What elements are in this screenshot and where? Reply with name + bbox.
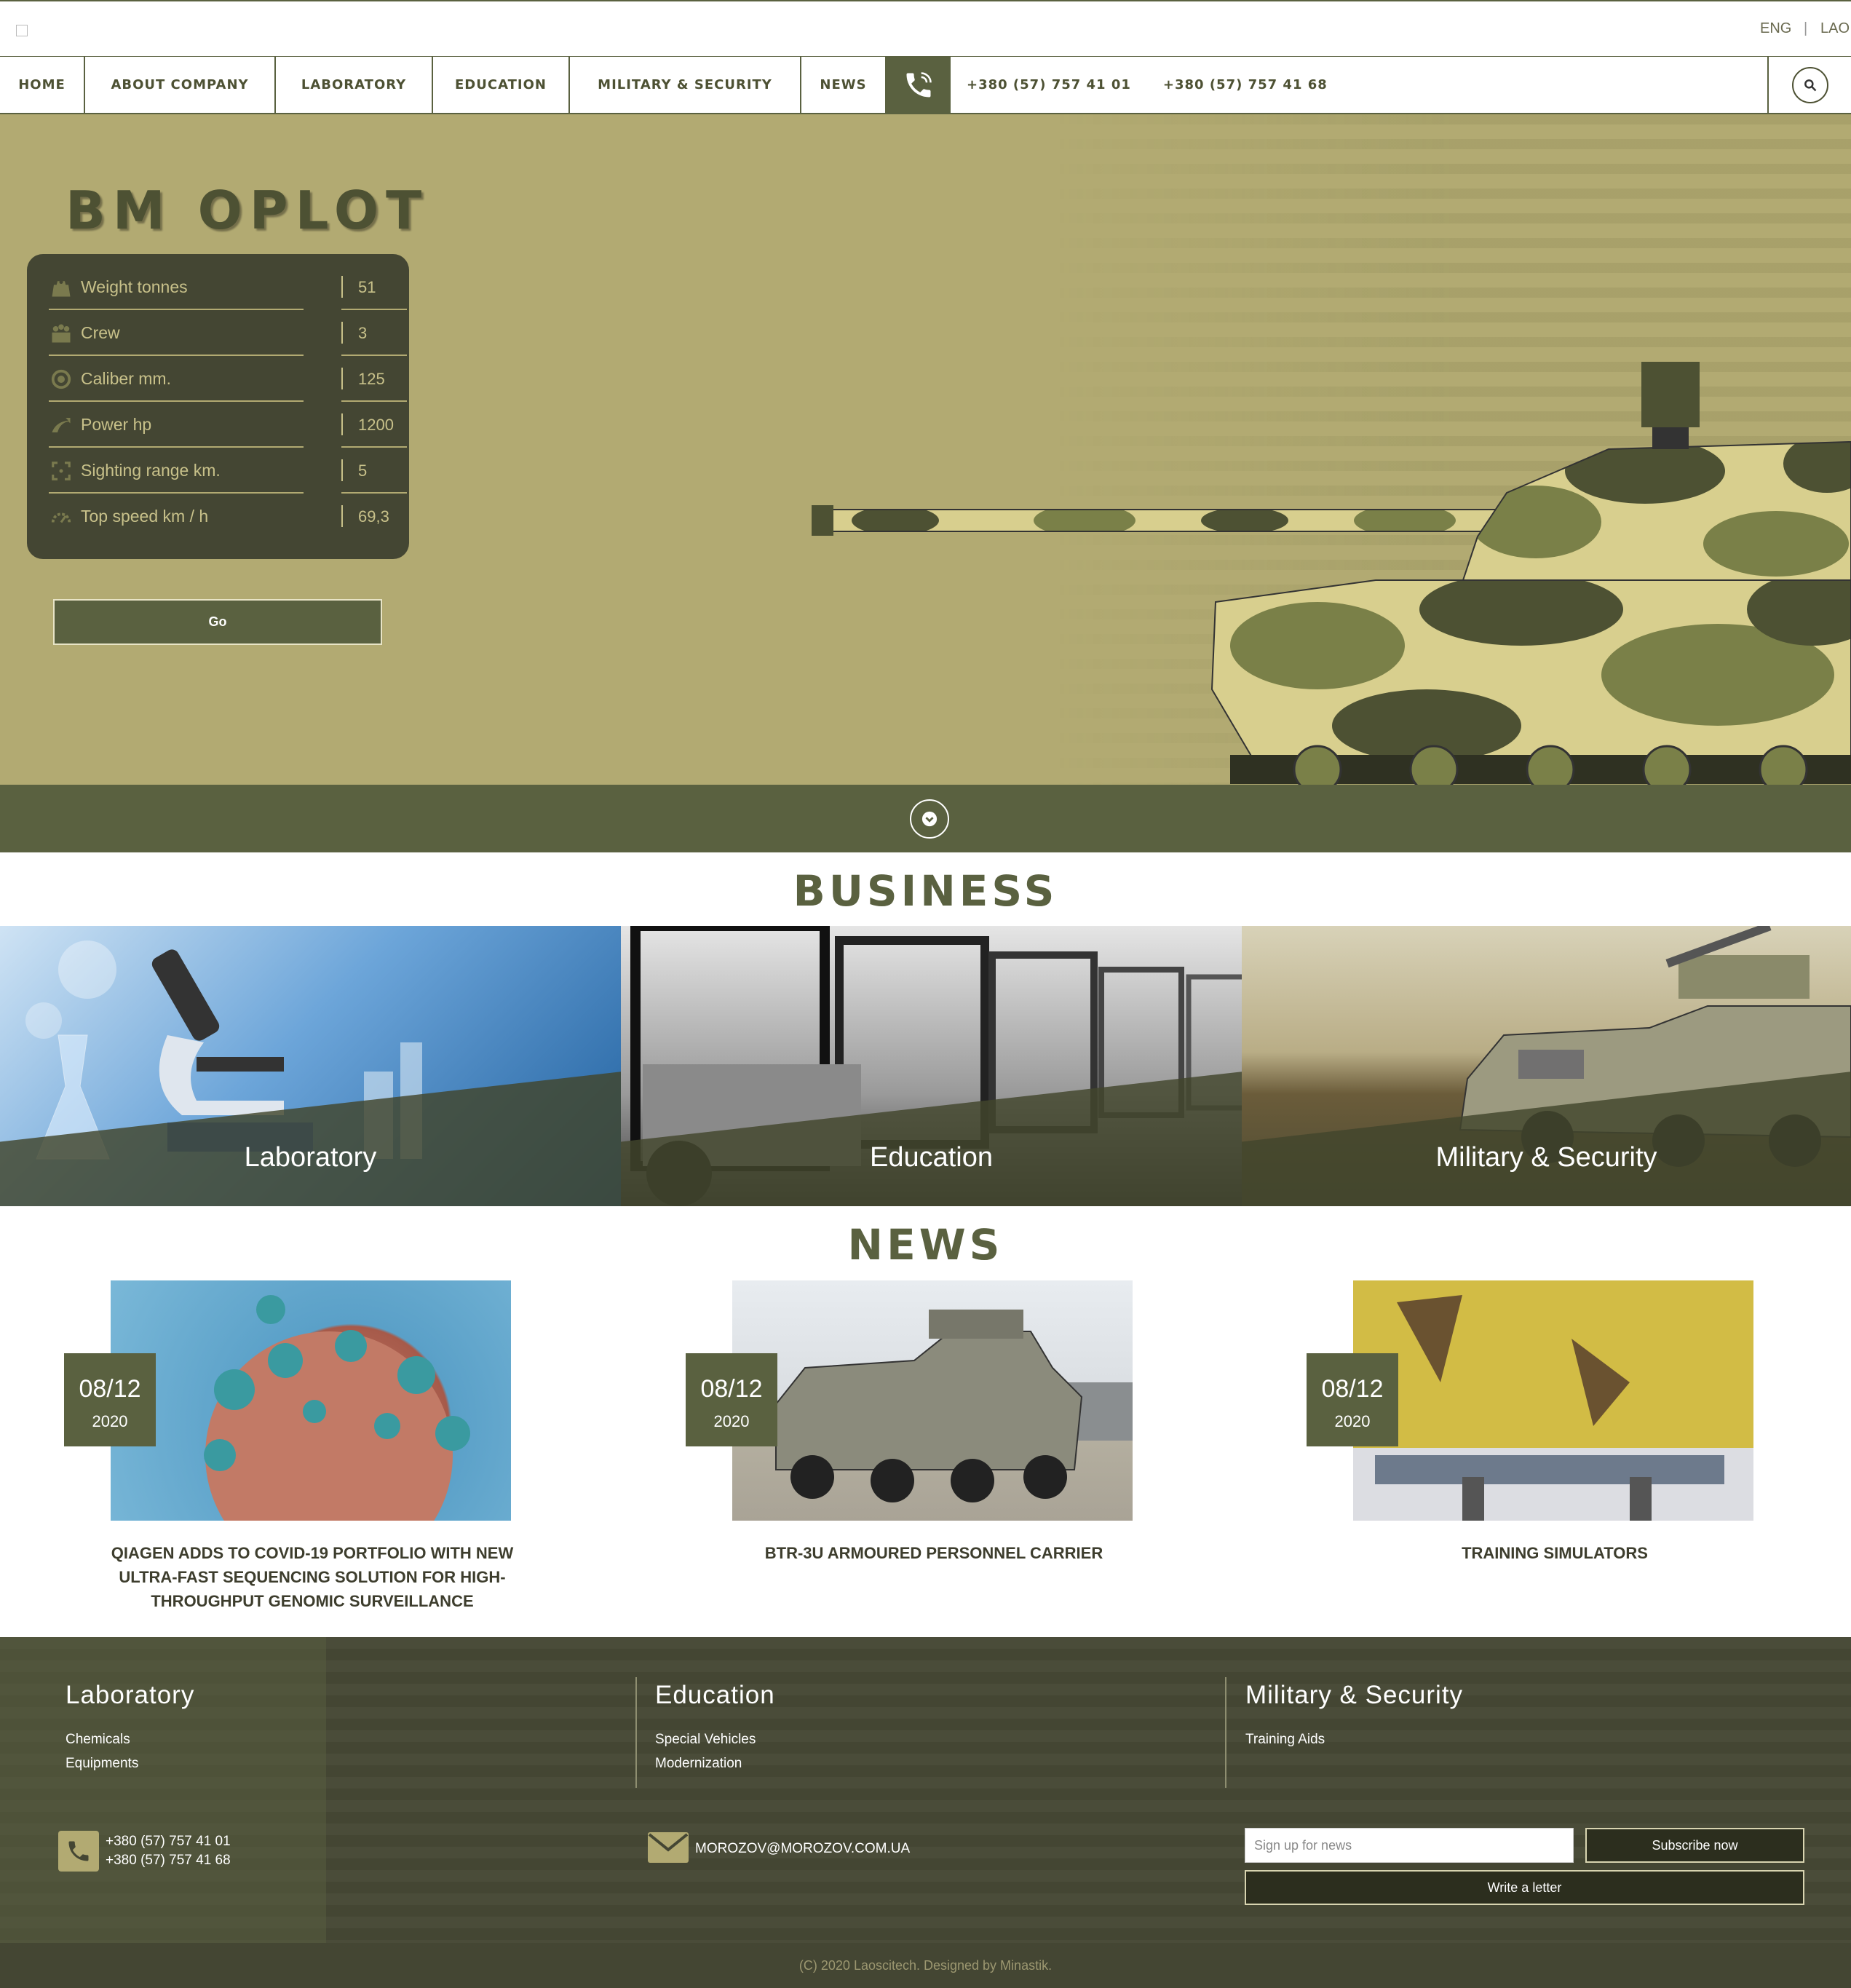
news-headline[interactable]: TRAINING SIMULATORS	[1347, 1541, 1762, 1565]
footer-link[interactable]: Training Aids	[1245, 1732, 1325, 1748]
top-bar: ENG | LAO	[0, 0, 1851, 56]
business-card-label: Laboratory	[244, 1142, 377, 1173]
spec-row: Power hp 1200	[49, 402, 407, 448]
news-image-simulator	[1353, 1280, 1753, 1521]
copyright: (C) 2020 Laoscitech. Designed by Minasti…	[0, 1943, 1851, 1988]
news-title: NEWS	[847, 1220, 1004, 1270]
news-date-day: 08/12	[79, 1375, 141, 1403]
news-date-badge: 08/12 2020	[64, 1353, 156, 1446]
hero-title: BM OPLOT	[66, 180, 429, 241]
crew-icon	[49, 321, 74, 346]
footer-link[interactable]: Equipments	[66, 1756, 138, 1772]
spec-row: Weight tonnes 51	[49, 264, 407, 310]
lang-separator: |	[1804, 20, 1808, 36]
logo-image[interactable]	[16, 25, 28, 36]
scroll-band	[0, 785, 1851, 852]
nav-phone-2[interactable]: +380 (57) 757 41 68	[1147, 57, 1344, 113]
nav-military-security[interactable]: MILITARY & SECURITY	[570, 57, 801, 113]
spec-value: 1200	[358, 415, 394, 434]
hero-section: BM OPLOT Weight tonnes 51 Crew 3 Caliber…	[0, 114, 1851, 785]
news-image-btr	[732, 1280, 1133, 1521]
news-date-year: 2020	[1334, 1412, 1371, 1430]
footer-link[interactable]: Chemicals	[66, 1732, 130, 1748]
footer-col-title[interactable]: Laboratory	[66, 1681, 194, 1710]
caliber-icon	[49, 367, 74, 392]
nav-home[interactable]: HOME	[0, 57, 85, 113]
news-date-day: 08/12	[1321, 1375, 1384, 1403]
business-cards: Laboratory Education Military & Security	[0, 926, 1851, 1206]
speed-icon	[49, 504, 74, 529]
spec-value: 51	[358, 277, 376, 296]
business-card-laboratory[interactable]: Laboratory	[0, 926, 621, 1206]
lang-eng-link[interactable]: ENG	[1760, 20, 1791, 37]
footer: Laboratory Chemicals Equipments Educatio…	[0, 1637, 1851, 1943]
write-letter-button[interactable]: Write a letter	[1245, 1870, 1804, 1905]
news-date-year: 2020	[713, 1412, 750, 1430]
spec-row: Crew 3	[49, 310, 407, 356]
spec-value: 125	[358, 369, 385, 388]
news-date-badge: 08/12 2020	[686, 1353, 777, 1446]
spec-label: Top speed km / h	[81, 507, 209, 526]
spec-row: Caliber mm. 125	[49, 356, 407, 402]
spec-label: Caliber mm.	[81, 369, 171, 388]
footer-divider	[635, 1677, 637, 1788]
go-button[interactable]: Go	[53, 599, 382, 645]
business-card-label: Military & Security	[1435, 1142, 1657, 1173]
spec-row: Sighting range km. 5	[49, 448, 407, 494]
subscribe-button[interactable]: Subscribe now	[1585, 1828, 1804, 1863]
footer-divider	[1225, 1677, 1226, 1788]
search-button[interactable]	[1791, 66, 1828, 103]
weight-icon	[49, 275, 74, 300]
spec-value: 69,3	[358, 507, 389, 526]
news-date-year: 2020	[92, 1412, 128, 1430]
tank-image	[812, 362, 1851, 785]
news-headline[interactable]: QIAGEN ADDS TO COVID-19 PORTFOLIO WITH N…	[105, 1541, 520, 1613]
main-nav: HOME ABOUT COMPANY LABORATORY EDUCATION …	[0, 56, 1851, 114]
chevron-down-icon	[921, 811, 938, 827]
phone-icon[interactable]	[887, 57, 951, 113]
sighting-icon	[49, 459, 74, 483]
spec-label: Weight tonnes	[81, 277, 188, 296]
spec-row: Top speed km / h 69,3	[49, 494, 389, 539]
footer-link[interactable]: Special Vehicles	[655, 1732, 756, 1748]
business-title: BUSINESS	[793, 866, 1058, 916]
search-area	[1767, 57, 1851, 113]
spec-panel: Weight tonnes 51 Crew 3 Caliber mm. 125 …	[27, 254, 409, 559]
footer-col-title[interactable]: Military & Security	[1245, 1681, 1463, 1710]
spec-label: Sighting range km.	[81, 461, 221, 480]
nav-about-company[interactable]: ABOUT COMPANY	[85, 57, 276, 113]
business-card-military-security[interactable]: Military & Security	[1242, 926, 1851, 1206]
scroll-down-button[interactable]	[910, 799, 949, 839]
spec-label: Crew	[81, 323, 120, 342]
mail-icon	[648, 1832, 689, 1863]
nav-laboratory[interactable]: LABORATORY	[276, 57, 433, 113]
subscribe-email-input[interactable]: Sign up for news	[1245, 1828, 1574, 1863]
news-date-day: 08/12	[700, 1375, 763, 1403]
spec-label: Power hp	[81, 415, 152, 434]
lang-lao-link[interactable]: LAO	[1820, 20, 1850, 37]
footer-link[interactable]: Modernization	[655, 1756, 742, 1772]
footer-phone-2[interactable]: +380 (57) 757 41 68	[106, 1853, 231, 1869]
nav-phone-1[interactable]: +380 (57) 757 41 01	[951, 57, 1147, 113]
business-card-education[interactable]: Education	[621, 926, 1242, 1206]
footer-col-title[interactable]: Education	[655, 1681, 775, 1710]
nav-education[interactable]: EDUCATION	[433, 57, 570, 113]
search-icon	[1804, 79, 1816, 91]
news-date-badge: 08/12 2020	[1307, 1353, 1398, 1446]
spec-value: 3	[358, 323, 368, 342]
news-image-virus	[111, 1280, 511, 1521]
power-icon	[49, 413, 74, 437]
spec-value: 5	[358, 461, 368, 480]
business-card-label: Education	[869, 1142, 993, 1173]
footer-email[interactable]: MOROZOV@MOROZOV.COM.UA	[695, 1841, 910, 1857]
footer-phone-icon	[58, 1831, 99, 1872]
nav-news[interactable]: NEWS	[801, 57, 887, 113]
news-headline[interactable]: BTR-3U ARMOURED PERSONNEL CARRIER	[726, 1541, 1141, 1565]
footer-phone-1[interactable]: +380 (57) 757 41 01	[106, 1834, 231, 1850]
